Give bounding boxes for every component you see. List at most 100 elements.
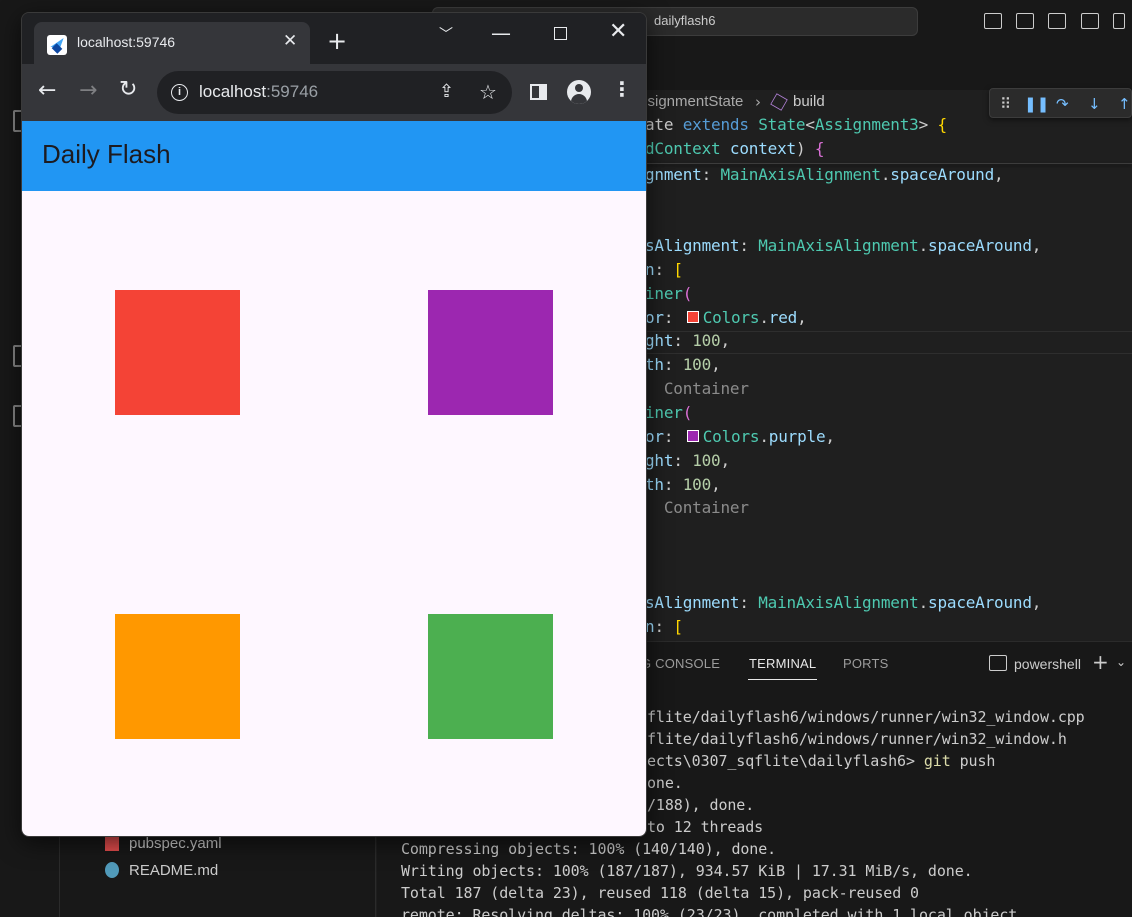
code-token: sAlignment (645, 236, 740, 255)
code-token: ( (682, 284, 693, 303)
browser-tab[interactable]: localhost:59746 ✕ (34, 22, 310, 64)
side-panel-icon[interactable] (530, 84, 547, 100)
code-token: 100 (692, 331, 721, 350)
code-line: or: Colors.purple, (645, 427, 835, 446)
code-token: . (918, 593, 929, 612)
code-token: . (759, 308, 769, 327)
color-swatch-icon[interactable] (686, 311, 699, 323)
code-token: MainAxisAlignment (758, 236, 919, 255)
code-token: spaceAround (890, 165, 995, 184)
terminal-line: to 12 threads (647, 818, 764, 836)
tab-strip: localhost:59746 ✕ + ﹀ — ✕ (22, 13, 646, 64)
terminal-line: flite/dailyflash6/windows/runner/win32_w… (647, 730, 1067, 748)
customize-layout-icon[interactable] (1081, 13, 1099, 29)
code-token: ( (682, 403, 693, 422)
forward-arrow-icon[interactable]: → (79, 78, 97, 103)
code-token: State (758, 115, 806, 134)
code-line: th: 100, (645, 475, 721, 494)
code-token: Container (645, 498, 749, 517)
pause-icon[interactable]: ❚❚ (1024, 95, 1049, 113)
tab-terminal[interactable]: TERMINAL (749, 656, 816, 671)
code-line: Container (645, 379, 749, 398)
code-token: Assignment3 (814, 115, 919, 134)
window-minimize-button[interactable]: — (491, 21, 511, 45)
code-token: , (797, 308, 807, 327)
code-token: : (663, 308, 683, 327)
window-maximize-button[interactable] (554, 27, 567, 40)
step-out-icon[interactable]: ↑ (1118, 95, 1131, 113)
code-token: > (918, 115, 938, 134)
breadcrumb-method[interactable]: build (793, 93, 825, 110)
terminal-shell-label[interactable]: powershell (1014, 656, 1081, 672)
code-token: : (663, 475, 683, 494)
url-text[interactable]: localhost:59746 (199, 82, 318, 102)
new-tab-button[interactable]: + (327, 29, 347, 53)
browser-menu-icon[interactable]: ⋮ (612, 77, 632, 101)
share-icon[interactable]: ⇪ (439, 81, 454, 102)
code-token: gnment (645, 165, 702, 184)
code-token: ate (645, 115, 683, 134)
breadcrumb-class[interactable]: ssignmentState (640, 93, 743, 110)
code-token: , (720, 451, 731, 470)
code-token: { (937, 115, 947, 134)
toggle-primary-sidebar-icon[interactable] (984, 13, 1002, 29)
code-token: : (654, 617, 674, 636)
toggle-panel-icon[interactable] (1016, 13, 1034, 29)
toggle-secondary-sidebar-icon[interactable] (1048, 13, 1066, 29)
orange-container (115, 614, 240, 739)
active-tab-indicator (748, 679, 817, 680)
code-token: ght (645, 451, 674, 470)
code-token: : (654, 260, 674, 279)
terminal-line: Writing objects: 100% (187/187), 934.57 … (401, 862, 973, 880)
tab-close-icon[interactable]: ✕ (283, 31, 297, 51)
explorer-file-readme[interactable]: README.md (105, 862, 218, 879)
step-over-icon[interactable]: ↷ (1056, 95, 1069, 113)
code-token: Container (645, 379, 749, 398)
code-token: purple (768, 427, 826, 446)
profile-avatar-icon[interactable] (567, 80, 591, 104)
code-token: or (645, 308, 664, 327)
red-container (115, 290, 240, 415)
code-line: or: Colors.red, (645, 308, 807, 327)
browser-window: localhost:59746 ✕ + ﹀ — ✕ ← → ↻ i localh… (21, 12, 647, 837)
code-token: ) (795, 139, 815, 158)
command-center-text: dailyflash6 (654, 13, 716, 28)
tab-search-chevron-icon[interactable]: ﹀ (439, 24, 453, 44)
window-close-button[interactable]: ✕ (609, 19, 627, 44)
flutter-app-page: Daily Flash (22, 121, 646, 836)
new-terminal-icon[interactable]: + (1092, 650, 1109, 674)
bookmark-star-icon[interactable]: ☆ (479, 80, 497, 104)
debug-toolbar: ⠿ ❚❚ ↷ ↓ ↑ (989, 88, 1132, 118)
code-token: iner (645, 403, 683, 422)
code-token: Colors (702, 308, 760, 327)
tab-ports[interactable]: PORTS (843, 656, 889, 671)
code-token: 100 (692, 451, 721, 470)
address-bar[interactable]: i localhost:59746 ⇪ ☆ (157, 71, 512, 114)
code-line: ght: 100, (645, 331, 730, 350)
step-into-icon[interactable]: ↓ (1088, 95, 1101, 113)
explorer-file-pubspec[interactable]: pubspec.yaml (105, 835, 222, 852)
back-arrow-icon[interactable]: ← (38, 78, 56, 103)
code-token: 100 (682, 475, 712, 494)
code-token: th (645, 475, 664, 494)
tab-title: localhost:59746 (77, 34, 176, 50)
yaml-file-icon (105, 835, 119, 851)
tab-debug-console[interactable]: G CONSOLE (641, 656, 720, 671)
code-line: sAlignment: MainAxisAlignment.spaceAroun… (645, 593, 1041, 612)
drag-handle-icon[interactable]: ⠿ (1000, 95, 1011, 113)
terminal-line: flite/dailyflash6/windows/runner/win32_w… (647, 708, 1085, 726)
file-name: README.md (129, 862, 219, 879)
code-token: : (663, 427, 683, 446)
color-swatch-icon[interactable] (686, 430, 699, 442)
code-token: , (720, 331, 731, 350)
window-minimize-icon[interactable] (1113, 13, 1125, 29)
reload-icon[interactable]: ↻ (119, 77, 137, 102)
app-bar-title: Daily Flash (42, 139, 171, 169)
code-token: MainAxisAlignment (720, 165, 881, 184)
code-token: , (825, 427, 835, 446)
terminal-dropdown-chevron-icon[interactable]: ⌄ (1116, 655, 1126, 669)
terminal-line: ects\0307_sqflite\dailyflash6> git push (647, 752, 996, 770)
code-token: context (729, 139, 796, 158)
site-info-icon[interactable]: i (171, 84, 188, 101)
code-token: 100 (682, 355, 712, 374)
